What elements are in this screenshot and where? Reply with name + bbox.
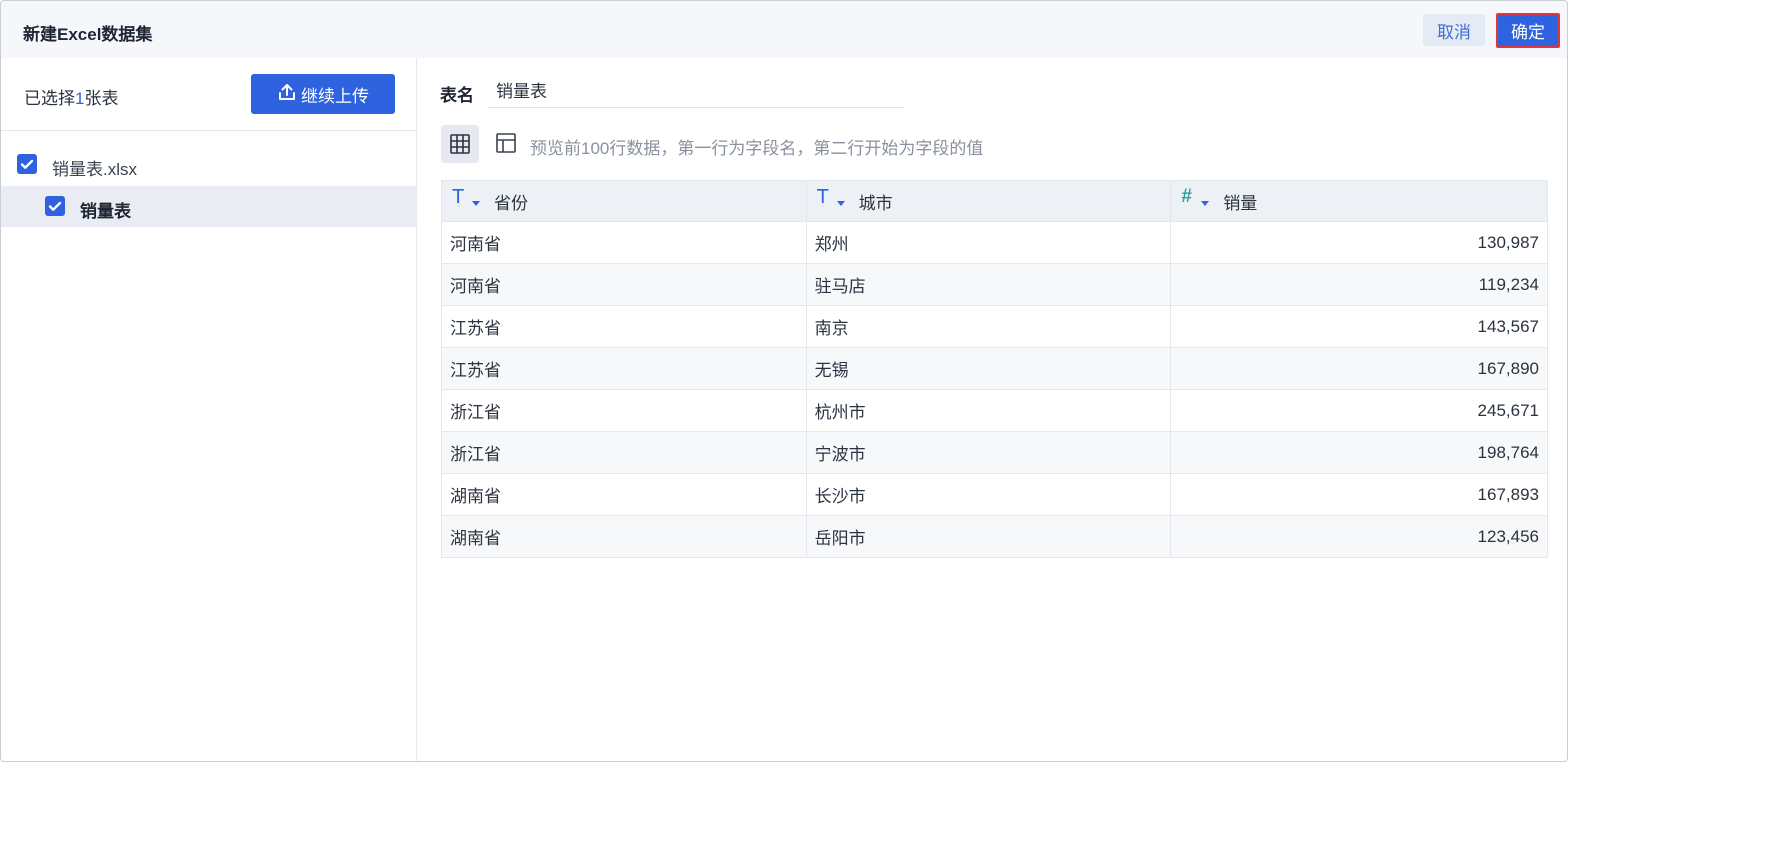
continue-upload-button[interactable]: 继续上传 — [251, 74, 395, 114]
cell-city: 郑州 — [805, 221, 1172, 264]
layout-view-button[interactable] — [493, 130, 519, 156]
table-header-row: T 省份 T 城市 # 销量 — [441, 180, 1548, 222]
text-type-icon[interactable]: T — [815, 186, 851, 213]
sheet-name: 销量表 — [80, 202, 131, 221]
dialog-header: 新建Excel数据集 取消 确定 — [1, 1, 1567, 58]
table-row: 浙江省 杭州市 245,671 — [441, 389, 1548, 432]
divider — [1, 130, 417, 131]
preview-panel: 表名 预览前100行数据，第一行为字段名，第二行开始为字段的值 T — [418, 58, 1567, 761]
table-row: 湖南省 岳阳市 123,456 — [441, 515, 1548, 558]
number-type-icon[interactable]: # — [1179, 186, 1215, 213]
file-checkbox[interactable] — [17, 154, 37, 174]
sheet-checkbox[interactable] — [45, 196, 65, 216]
cell-province: 江苏省 — [441, 305, 807, 348]
selected-suffix: 张表 — [84, 89, 119, 108]
column-header-sales: # 销量 — [1170, 180, 1548, 222]
column-header-city: T 城市 — [805, 180, 1172, 222]
cell-province: 浙江省 — [441, 431, 807, 474]
file-tree-item[interactable]: 销量表.xlsx — [1, 144, 417, 184]
table-row: 河南省 郑州 130,987 — [441, 221, 1548, 264]
cell-city: 宁波市 — [805, 431, 1172, 474]
table-name-label: 表名 — [440, 86, 474, 105]
cell-sales: 119,234 — [1170, 263, 1548, 306]
cell-city: 长沙市 — [805, 473, 1172, 516]
continue-upload-label: 继续上传 — [301, 86, 369, 106]
cell-province: 湖南省 — [441, 515, 807, 558]
grid-icon — [450, 134, 470, 154]
table-row: 浙江省 宁波市 198,764 — [441, 431, 1548, 474]
cell-sales: 167,893 — [1170, 473, 1548, 516]
cell-city: 岳阳市 — [805, 515, 1172, 558]
cell-sales: 198,764 — [1170, 431, 1548, 474]
table-row: 湖南省 长沙市 167,893 — [441, 473, 1548, 516]
cell-province: 湖南省 — [441, 473, 807, 516]
table-row: 河南省 驻马店 119,234 — [441, 263, 1548, 306]
cell-province: 河南省 — [441, 263, 807, 306]
caret-down-icon — [472, 201, 480, 206]
layout-icon — [496, 133, 516, 153]
cell-city: 杭州市 — [805, 389, 1172, 432]
upload-icon — [277, 82, 297, 107]
table-name-input[interactable] — [488, 72, 904, 108]
cell-city: 驻马店 — [805, 263, 1172, 306]
caret-down-icon — [836, 201, 845, 206]
cell-province: 江苏省 — [441, 347, 807, 390]
column-label: 省份 — [494, 193, 528, 213]
table-row: 江苏省 无锡 167,890 — [441, 347, 1548, 390]
dialog: 新建Excel数据集 取消 确定 已选择1张表 继续上传 销量表.xlsx 销量… — [0, 0, 1568, 762]
preview-table: T 省份 T 城市 # 销量 河南省 郑州 130,987 河南省 驻马店 11… — [441, 180, 1548, 558]
cell-city: 南京 — [805, 305, 1172, 348]
preview-hint: 预览前100行数据，第一行为字段名，第二行开始为字段的值 — [530, 139, 984, 158]
cell-sales: 143,567 — [1170, 305, 1548, 348]
text-type-icon[interactable]: T — [450, 186, 486, 213]
table-row: 江苏省 南京 143,567 — [441, 305, 1548, 348]
cell-sales: 130,987 — [1170, 221, 1548, 264]
column-label: 销量 — [1223, 193, 1258, 213]
confirm-button[interactable]: 确定 — [1496, 13, 1560, 48]
selected-prefix: 已选择 — [24, 89, 75, 108]
cell-sales: 167,890 — [1170, 347, 1548, 390]
cell-sales: 245,671 — [1170, 389, 1548, 432]
column-header-province: T 省份 — [441, 180, 807, 222]
caret-down-icon — [1201, 201, 1210, 206]
cancel-button[interactable]: 取消 — [1423, 14, 1485, 46]
cell-province: 河南省 — [441, 221, 807, 264]
cell-city: 无锡 — [805, 347, 1172, 390]
sheet-tree-item[interactable]: 销量表 — [1, 186, 417, 227]
grid-view-button[interactable] — [441, 125, 479, 163]
check-icon — [48, 201, 62, 211]
file-panel: 已选择1张表 继续上传 销量表.xlsx 销量表 — [1, 58, 417, 761]
check-icon — [20, 159, 34, 169]
dialog-title: 新建Excel数据集 — [23, 25, 153, 44]
cell-province: 浙江省 — [441, 389, 807, 432]
cell-sales: 123,456 — [1170, 515, 1548, 558]
column-label: 城市 — [858, 193, 893, 213]
selected-count-text: 已选择1张表 — [24, 84, 118, 109]
file-name: 销量表.xlsx — [52, 160, 137, 179]
